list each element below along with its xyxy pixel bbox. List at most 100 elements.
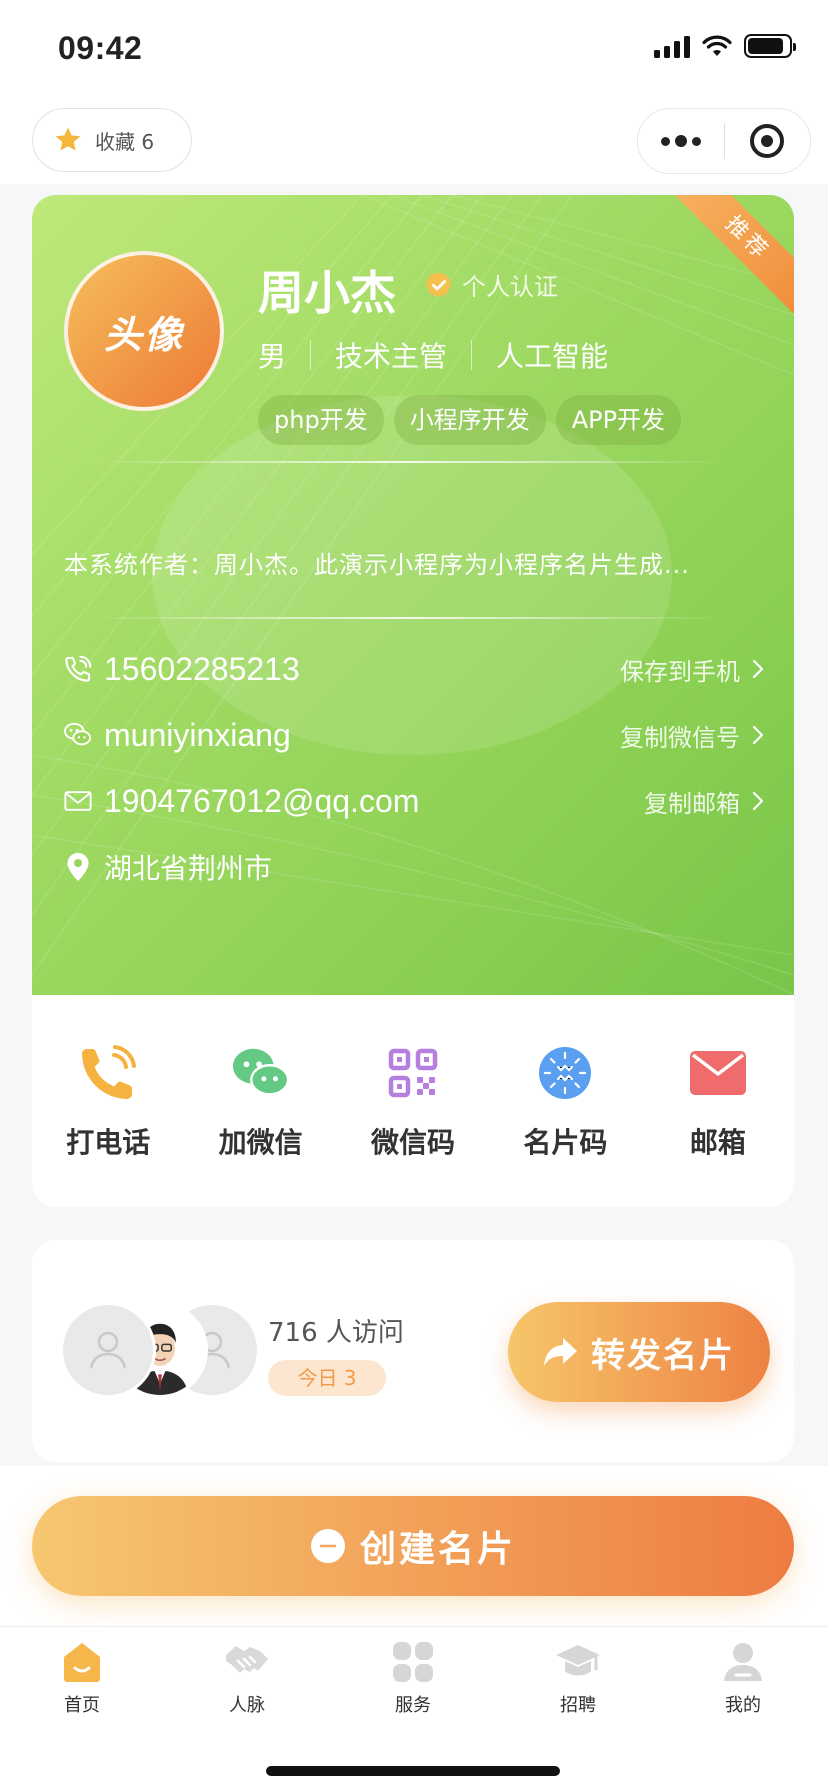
card-detail-page: 09:42 收藏 6 推荐 头像 周小杰 个人认证 男 技术主管 人工智能 ph… — [0, 0, 828, 1792]
tab-label: 首页 — [64, 1695, 100, 1716]
avatar-text: 头像 — [103, 312, 184, 357]
email-address: 1904767012@qq.com — [104, 782, 420, 819]
status-bar: 09:42 — [0, 0, 828, 100]
favorite-button[interactable]: 收藏 6 — [32, 108, 192, 172]
battery-icon — [744, 34, 796, 58]
skill-tag: APP开发 — [555, 395, 682, 445]
mail-icon — [688, 1043, 748, 1103]
address: 湖北省荆州市 — [104, 853, 273, 884]
graduation-cap-icon — [556, 1645, 600, 1676]
wechat-qrcode-label: 微信码 — [371, 1126, 456, 1159]
email-icon — [64, 787, 92, 815]
favorite-label: 收藏 6 — [95, 129, 155, 154]
create-card-label: 创建名片 — [359, 1529, 516, 1570]
verify-badge: 个人认证 — [424, 267, 558, 302]
tab-home[interactable]: 首页 — [22, 1641, 142, 1717]
card-code-button[interactable]: 名片码 — [489, 995, 641, 1207]
contact-address-row[interactable]: 湖北省荆州市 — [64, 837, 764, 897]
copy-email-link[interactable]: 复制邮箱 — [644, 784, 764, 819]
phone-icon — [64, 655, 92, 683]
handshake-icon — [226, 1646, 268, 1673]
skill-tags: php开发 小程序开发 APP开发 — [258, 395, 682, 445]
home-indicator[interactable] — [266, 1766, 560, 1776]
avatar[interactable]: 头像 — [64, 251, 224, 411]
tab-label: 招聘 — [560, 1695, 596, 1716]
wifi-icon — [702, 35, 732, 56]
close-mini-program-button[interactable] — [725, 109, 811, 173]
status-time: 09:42 — [58, 30, 143, 66]
skill-tag: php开发 — [258, 395, 384, 445]
create-card-button[interactable]: 创建名片 — [32, 1496, 794, 1596]
phone-number: 15602285213 — [104, 650, 300, 687]
top-nav: 收藏 6 — [0, 100, 828, 184]
share-card-button[interactable]: 转发名片 — [508, 1302, 770, 1402]
copy-wechat-link[interactable]: 复制微信号 — [620, 718, 764, 753]
skill-tag: 小程序开发 — [393, 395, 546, 445]
contact-wechat-row[interactable]: muniyinxiang 复制微信号 — [64, 705, 764, 765]
quick-actions: 打电话 加微信 微信码 名片码 邮箱 — [32, 995, 794, 1207]
location-pin-icon — [64, 853, 92, 881]
target-icon — [750, 124, 785, 158]
tab-recruit[interactable]: 招聘 — [518, 1641, 638, 1717]
status-icons — [654, 34, 796, 58]
tab-services[interactable]: 服务 — [353, 1641, 473, 1717]
mini-program-code-icon — [535, 1043, 595, 1103]
tab-label: 人脉 — [229, 1695, 265, 1716]
add-wechat-button[interactable]: 加微信 — [184, 995, 336, 1207]
save-to-phone-link[interactable]: 保存到手机 — [620, 652, 764, 687]
share-card-label: 转发名片 — [591, 1335, 735, 1376]
add-wechat-label: 加微信 — [218, 1126, 303, 1159]
grid-icon — [393, 1642, 433, 1682]
call-button[interactable]: 打电话 — [32, 995, 184, 1207]
contact-email-row[interactable]: 1904767012@qq.com 复制邮箱 — [64, 771, 764, 831]
mini-program-capsule — [637, 108, 811, 174]
star-icon — [55, 127, 81, 151]
wechat-icon — [231, 1043, 291, 1103]
tab-label: 我的 — [725, 1695, 761, 1716]
chevron-right-icon — [752, 659, 764, 679]
call-label: 打电话 — [66, 1126, 151, 1159]
visitor-avatar — [60, 1302, 156, 1398]
plus-circle-icon — [310, 1529, 345, 1563]
more-button[interactable] — [638, 109, 724, 173]
wechat-icon — [64, 721, 92, 749]
user-placeholder-icon — [89, 1331, 127, 1369]
tab-bar: 首页 人脉 服务 招聘 我的 — [0, 1626, 828, 1792]
user-icon — [724, 1643, 762, 1681]
verify-label: 个人认证 — [462, 273, 558, 301]
signal-icon — [654, 34, 690, 58]
verified-icon — [425, 271, 452, 297]
email-button[interactable]: 邮箱 — [642, 995, 794, 1207]
phone-icon — [78, 1043, 138, 1103]
intro-divider — [86, 617, 726, 619]
qrcode-icon — [383, 1043, 443, 1103]
copy-wechat-label: 复制微信号 — [620, 723, 740, 752]
wechat-qrcode-button[interactable]: 微信码 — [337, 995, 489, 1207]
share-arrow-icon — [544, 1338, 577, 1366]
meta-separator — [310, 340, 312, 370]
tab-label: 服务 — [395, 1695, 431, 1716]
meta-separator — [471, 340, 473, 370]
contact-phone-row[interactable]: 15602285213 保存到手机 — [64, 639, 764, 699]
gender: 男 — [258, 340, 287, 373]
chevron-right-icon — [752, 725, 764, 745]
card-code-label: 名片码 — [523, 1126, 608, 1159]
intro-text[interactable]: 本系统作者：周小杰。此演示小程序为小程序名片生成... — [64, 545, 764, 580]
create-card-bar: 创建名片 — [0, 1466, 828, 1626]
job-position: 技术主管 — [335, 340, 448, 373]
save-to-phone-label: 保存到手机 — [620, 657, 740, 686]
industry: 人工智能 — [496, 340, 609, 373]
person-meta: 男 技术主管 人工智能 — [258, 335, 608, 375]
today-visits-badge: 今日 3 — [268, 1360, 386, 1396]
more-dots-icon — [660, 135, 701, 147]
tab-contacts[interactable]: 人脉 — [187, 1641, 307, 1717]
card-header: 推荐 头像 周小杰 个人认证 男 技术主管 人工智能 php开发 小程序开发 A… — [32, 195, 794, 995]
header-divider — [86, 461, 726, 463]
business-card: 推荐 头像 周小杰 个人认证 男 技术主管 人工智能 php开发 小程序开发 A… — [32, 195, 794, 1207]
person-name: 周小杰 — [258, 266, 396, 320]
wechat-id: muniyinxiang — [104, 716, 291, 753]
tab-mine[interactable]: 我的 — [683, 1641, 803, 1717]
visitor-avatars[interactable] — [60, 1302, 260, 1398]
email-label: 邮箱 — [689, 1126, 746, 1159]
visit-count: 716 人访问 — [268, 1318, 404, 1348]
